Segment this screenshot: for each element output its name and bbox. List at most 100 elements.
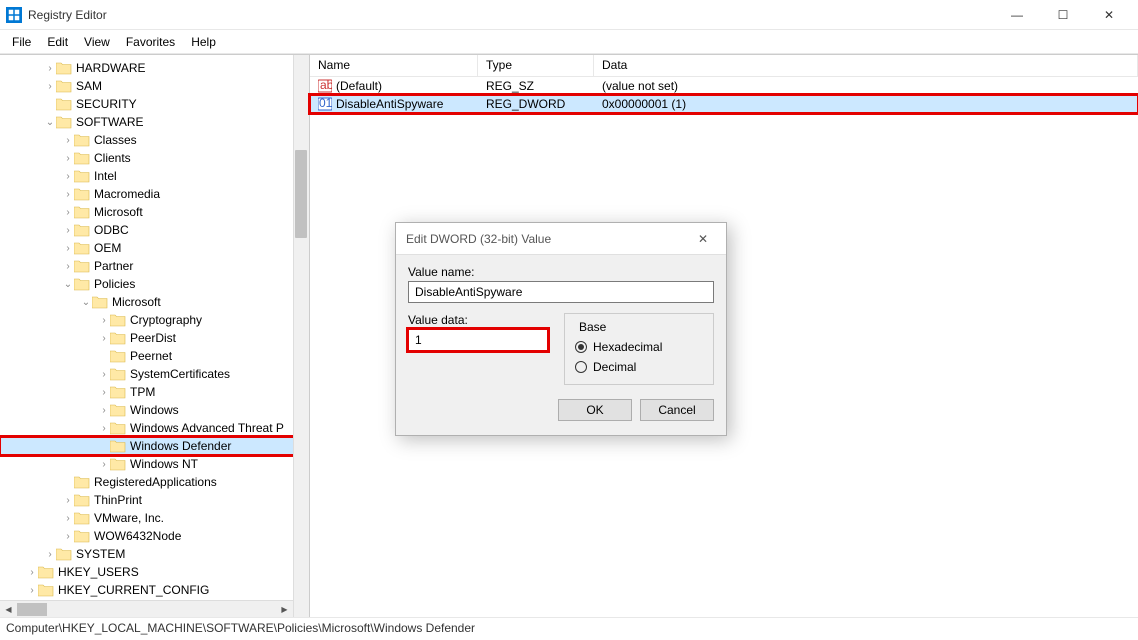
expand-icon[interactable]: › <box>44 81 56 92</box>
tree-node-label: Windows Advanced Threat P <box>130 421 284 435</box>
tree-node[interactable]: Peernet <box>0 347 309 365</box>
tree-node[interactable]: ›Microsoft <box>0 203 309 221</box>
tree-node[interactable]: ⌄Microsoft <box>0 293 309 311</box>
tree-scrollbar[interactable] <box>293 55 309 617</box>
expand-icon[interactable]: › <box>62 513 74 524</box>
tree-node[interactable]: SECURITY <box>0 95 309 113</box>
radio-dec[interactable]: Decimal <box>575 360 703 374</box>
tree-node[interactable]: ›Clients <box>0 149 309 167</box>
expand-icon[interactable]: ⌄ <box>44 117 56 128</box>
folder-icon <box>110 457 126 471</box>
tree-node[interactable]: ›HKEY_CURRENT_CONFIG <box>0 581 309 599</box>
tree-node[interactable]: ›Windows NT <box>0 455 309 473</box>
tree-node[interactable]: ›HARDWARE <box>0 59 309 77</box>
value-data-input[interactable] <box>408 329 548 351</box>
maximize-button[interactable]: ☐ <box>1040 0 1086 30</box>
menu-help[interactable]: Help <box>183 33 224 51</box>
expand-icon[interactable]: › <box>98 333 110 344</box>
tree-node[interactable]: ›Cryptography <box>0 311 309 329</box>
folder-icon <box>74 223 90 237</box>
menu-file[interactable]: File <box>4 33 39 51</box>
tree-node[interactable]: › SYSTEM <box>0 545 309 563</box>
tree-node[interactable]: ›VMware, Inc. <box>0 509 309 527</box>
tree-node[interactable]: › WOW6432Node <box>0 527 309 545</box>
hscroll-right-icon[interactable]: ▶ <box>276 601 293 617</box>
folder-icon <box>74 151 90 165</box>
tree-node[interactable]: ›ODBC <box>0 221 309 239</box>
tree-node[interactable]: ⌄Policies <box>0 275 309 293</box>
expand-icon[interactable]: › <box>44 63 56 74</box>
tree-node[interactable]: ›SAM <box>0 77 309 95</box>
expand-icon[interactable]: › <box>62 225 74 236</box>
expand-icon[interactable]: › <box>98 423 110 434</box>
tree-node[interactable]: ›Intel <box>0 167 309 185</box>
folder-icon <box>74 493 90 507</box>
tree-node[interactable]: ›ThinPrint <box>0 491 309 509</box>
tree-node[interactable]: RegisteredApplications <box>0 473 309 491</box>
value-row[interactable]: 011DisableAntiSpywareREG_DWORD0x00000001… <box>310 95 1138 113</box>
window-title: Registry Editor <box>28 8 994 22</box>
menu-view[interactable]: View <box>76 33 118 51</box>
expand-icon[interactable]: › <box>62 135 74 146</box>
dword-value-icon: 011 <box>318 97 332 111</box>
tree-node[interactable]: ›PeerDist <box>0 329 309 347</box>
tree-node[interactable]: ›Windows <box>0 401 309 419</box>
cancel-button[interactable]: Cancel <box>640 399 714 421</box>
tree-pane: ›HARDWARE›SAMSECURITY⌄SOFTWARE›Classes›C… <box>0 55 310 617</box>
registry-tree[interactable]: ›HARDWARE›SAMSECURITY⌄SOFTWARE›Classes›C… <box>0 55 309 603</box>
col-name[interactable]: Name <box>310 55 478 76</box>
expand-icon[interactable]: › <box>26 585 38 596</box>
ok-button[interactable]: OK <box>558 399 632 421</box>
values-list[interactable]: ab(Default)REG_SZ(value not set) 011 Disab… <box>310 77 1138 113</box>
tree-node[interactable]: › Windows Advanced Threat P <box>0 419 309 437</box>
expand-icon[interactable]: ⌄ <box>62 279 74 290</box>
tree-node[interactable]: ›OEM <box>0 239 309 257</box>
value-name: DisableAntiSpyware <box>336 97 443 111</box>
close-button[interactable]: ✕ <box>1086 0 1132 30</box>
tree-node[interactable]: Windows Defender <box>0 437 309 455</box>
tree-node[interactable]: ›Partner <box>0 257 309 275</box>
radio-hex[interactable]: Hexadecimal <box>575 340 703 354</box>
tree-node[interactable]: ›HKEY_USERS <box>0 563 309 581</box>
value-row[interactable]: ab(Default)REG_SZ(value not set) <box>310 77 1138 95</box>
expand-icon[interactable]: › <box>98 315 110 326</box>
expand-icon[interactable]: › <box>98 405 110 416</box>
expand-icon[interactable]: › <box>98 459 110 470</box>
radio-dec-label: Decimal <box>593 360 636 374</box>
expand-icon[interactable]: › <box>62 531 74 542</box>
tree-node[interactable]: ›SystemCertificates <box>0 365 309 383</box>
tree-node-label: SYSTEM <box>76 547 125 561</box>
tree-hscroll[interactable]: ◀ ▶ <box>0 600 293 617</box>
expand-icon[interactable]: › <box>62 207 74 218</box>
scrollbar-thumb[interactable] <box>295 150 307 238</box>
dialog-titlebar[interactable]: Edit DWORD (32-bit) Value ✕ <box>396 223 726 255</box>
tree-node[interactable]: ⌄SOFTWARE <box>0 113 309 131</box>
expand-icon[interactable]: › <box>62 189 74 200</box>
column-headers: Name Type Data <box>310 55 1138 77</box>
tree-node[interactable]: ›Macromedia <box>0 185 309 203</box>
expand-icon[interactable]: › <box>44 549 56 560</box>
tree-node-label: WOW6432Node <box>94 529 181 543</box>
tree-node[interactable]: ›Classes <box>0 131 309 149</box>
expand-icon[interactable]: › <box>62 243 74 254</box>
col-data[interactable]: Data <box>594 55 1138 76</box>
menu-edit[interactable]: Edit <box>39 33 76 51</box>
tree-node[interactable]: ›TPM <box>0 383 309 401</box>
col-type[interactable]: Type <box>478 55 594 76</box>
expand-icon[interactable]: › <box>62 153 74 164</box>
tree-node-label: SECURITY <box>76 97 137 111</box>
dialog-close-icon[interactable]: ✕ <box>690 232 716 246</box>
hscroll-left-icon[interactable]: ◀ <box>0 601 17 617</box>
hscroll-thumb[interactable] <box>17 603 47 616</box>
expand-icon[interactable]: › <box>62 171 74 182</box>
minimize-button[interactable]: — <box>994 0 1040 30</box>
expand-icon[interactable]: › <box>26 567 38 578</box>
expand-icon[interactable]: › <box>98 369 110 380</box>
expand-icon[interactable]: ⌄ <box>80 297 92 308</box>
expand-icon[interactable]: › <box>62 261 74 272</box>
menu-favorites[interactable]: Favorites <box>118 33 183 51</box>
expand-icon[interactable]: › <box>98 387 110 398</box>
base-group: Base Hexadecimal Decimal <box>564 313 714 385</box>
radio-dec-icon <box>575 361 587 373</box>
expand-icon[interactable]: › <box>62 495 74 506</box>
